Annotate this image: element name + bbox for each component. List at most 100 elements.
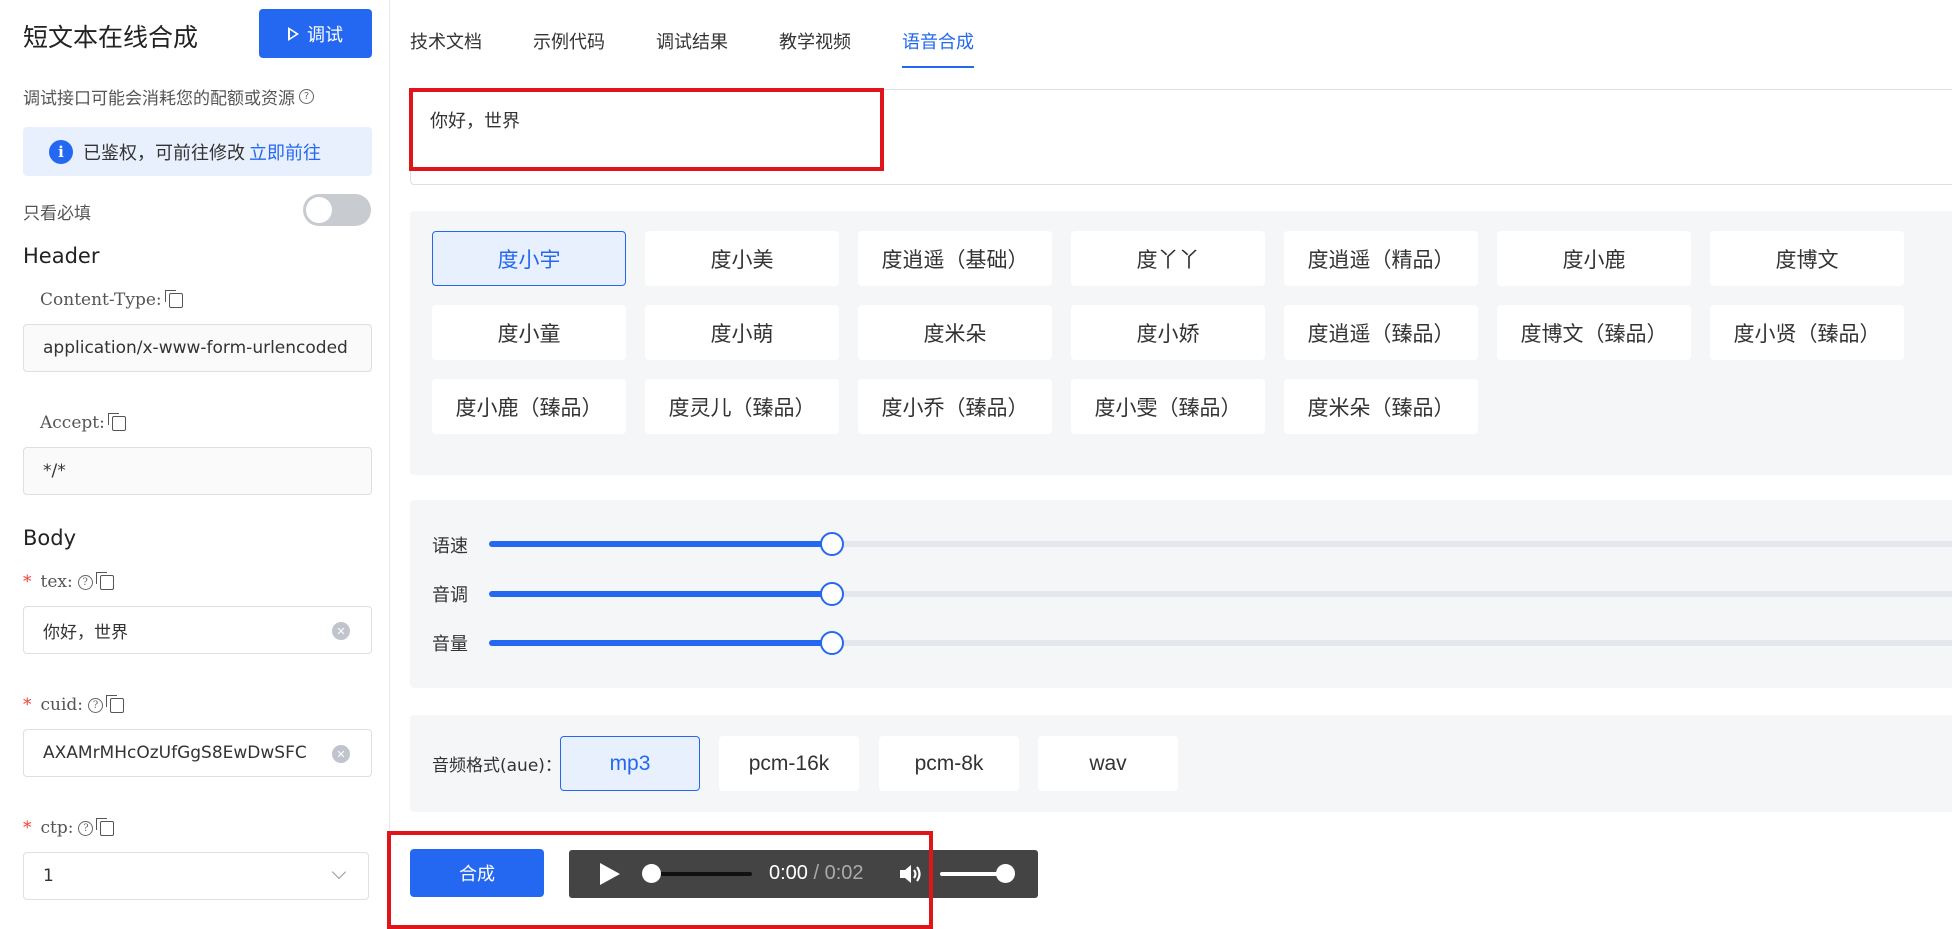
pitch-slider-fill xyxy=(489,591,832,597)
voice-option[interactable]: 度灵儿（臻品） xyxy=(645,379,839,434)
format-wav[interactable]: wav xyxy=(1038,736,1178,791)
go-now-link[interactable]: 立即前往 xyxy=(249,139,321,165)
seek-bar[interactable] xyxy=(649,872,752,876)
cuid-input[interactable]: AXAMrMHcOzUfGgS8EwDwSFC ✕ xyxy=(23,729,372,777)
main-panel: 技术文档 示例代码 调试结果 教学视频 语音合成 你好，世界 度小宇 度小美 度逍遥… xyxy=(387,0,1952,929)
cuid-value: AXAMrMHcOzUfGgS8EwDwSFC xyxy=(43,743,307,763)
ctp-value: 1 xyxy=(43,866,54,886)
seek-handle[interactable] xyxy=(642,864,661,883)
tab-bar: 技术文档 示例代码 调试结果 教学视频 语音合成 xyxy=(410,28,974,68)
voice-option[interactable]: 度小娇 xyxy=(1071,305,1265,360)
voice-option[interactable]: 度丫丫 xyxy=(1071,231,1265,286)
tab-sample-code[interactable]: 示例代码 xyxy=(533,28,605,68)
speed-label: 语速 xyxy=(432,536,468,557)
chevron-down-icon xyxy=(331,864,347,880)
time-separator: / xyxy=(807,862,825,884)
speed-slider-handle[interactable] xyxy=(819,532,844,556)
format-pcm-8k[interactable]: pcm-8k xyxy=(879,736,1019,791)
volume-slider[interactable] xyxy=(489,631,1952,655)
voice-grid: 度小宇 度小美 度逍遥（基础） 度丫丫 度逍遥（精品） 度小鹿 度博文 度小童 度小萌 度米朵 度小… xyxy=(432,231,1904,434)
voice-option[interactable]: 度小鹿 xyxy=(1497,231,1691,286)
speed-slider[interactable] xyxy=(489,532,1952,556)
voice-option[interactable]: 度博文 xyxy=(1710,231,1904,286)
voice-option[interactable]: 度小童 xyxy=(432,305,626,360)
play-icon[interactable] xyxy=(600,863,620,885)
slider-panel: 语速 音调 音量 xyxy=(410,500,1952,688)
volume-row: 音量 xyxy=(432,630,492,656)
speed-row: 语速 xyxy=(432,532,492,558)
cuid-label: * cuid: ? xyxy=(23,694,125,715)
debug-button-label: 调试 xyxy=(307,24,343,46)
required-mark: * xyxy=(23,695,32,715)
help-icon[interactable]: ? xyxy=(78,820,94,836)
voice-option[interactable]: 度逍遥（臻品） xyxy=(1284,305,1478,360)
required-mark: * xyxy=(23,572,32,592)
voice-option[interactable]: 度小宇 xyxy=(432,231,626,286)
format-mp3[interactable]: mp3 xyxy=(560,736,700,791)
content-type-field[interactable]: application/x-www-form-urlencoded xyxy=(23,324,372,372)
format-panel: 音频格式(aue)： mp3 pcm-16k pcm-8k wav xyxy=(410,715,1952,812)
voice-option[interactable]: 度小鹿（臻品） xyxy=(432,379,626,434)
clear-icon[interactable]: ✕ xyxy=(332,622,350,640)
quota-warning-text: 调试接口可能会消耗您的配额或资源 xyxy=(23,89,295,109)
content-type-label: Content-Type: xyxy=(40,289,183,310)
pitch-label: 音调 xyxy=(432,585,468,606)
voice-option[interactable]: 度小美 xyxy=(645,231,839,286)
play-icon xyxy=(288,26,299,41)
voice-option[interactable]: 度逍遥（精品） xyxy=(1284,231,1478,286)
accept-label: Accept: xyxy=(40,412,126,433)
header-section-title: Header xyxy=(23,244,100,268)
required-mark: * xyxy=(23,818,32,838)
copy-icon[interactable] xyxy=(95,571,114,590)
required-only-toggle[interactable] xyxy=(303,194,371,226)
format-pcm-16k[interactable]: pcm-16k xyxy=(719,736,859,791)
accept-field[interactable]: */* xyxy=(23,447,372,495)
ctp-label: * ctp: ? xyxy=(23,817,115,838)
time-display: 0:00 / 0:02 xyxy=(769,862,864,885)
pitch-slider-handle[interactable] xyxy=(819,582,844,606)
voice-option[interactable]: 度逍遥（基础） xyxy=(858,231,1052,286)
speed-slider-fill xyxy=(489,541,832,547)
accept-label-text: Accept: xyxy=(40,413,105,433)
audio-format-label: 音频格式(aue)： xyxy=(432,756,562,776)
copy-icon[interactable] xyxy=(96,817,115,836)
page-title: 短文本在线合成 xyxy=(23,23,199,52)
copy-icon[interactable] xyxy=(106,694,125,713)
copy-icon[interactable] xyxy=(164,289,183,308)
auth-notice: i 已鉴权，可前往修改 立即前往 xyxy=(23,127,372,176)
tex-input[interactable]: 你好，世界 ✕ xyxy=(23,606,372,654)
content-type-label-text: Content-Type: xyxy=(40,290,162,310)
voice-option[interactable]: 度小萌 xyxy=(645,305,839,360)
voice-option[interactable]: 度米朵（臻品） xyxy=(1284,379,1478,434)
pitch-slider[interactable] xyxy=(489,582,1952,606)
voice-option[interactable]: 度博文（臻品） xyxy=(1497,305,1691,360)
audio-player: 0:00 / 0:02 xyxy=(569,850,1038,898)
ctp-select[interactable]: 1 xyxy=(23,852,369,900)
help-icon[interactable]: ? xyxy=(299,89,314,104)
voice-option[interactable]: 度米朵 xyxy=(858,305,1052,360)
voice-option[interactable]: 度小乔（臻品） xyxy=(858,379,1052,434)
help-icon[interactable]: ? xyxy=(77,574,93,590)
help-icon[interactable]: ? xyxy=(88,697,104,713)
tab-speech-synthesis[interactable]: 语音合成 xyxy=(902,28,974,68)
accept-value: */* xyxy=(43,461,66,481)
tab-tutorial-video[interactable]: 教学视频 xyxy=(779,28,851,68)
volume-slider-fill xyxy=(489,640,832,646)
tab-debug-result[interactable]: 调试结果 xyxy=(656,28,728,68)
synthesize-button[interactable]: 合成 xyxy=(410,849,544,897)
voice-option[interactable]: 度小雯（臻品） xyxy=(1071,379,1265,434)
current-time: 0:00 xyxy=(769,862,808,884)
ctp-label-text: ctp: xyxy=(40,818,74,838)
volume-handle[interactable] xyxy=(996,864,1015,883)
volume-icon[interactable] xyxy=(898,862,924,886)
info-icon: i xyxy=(49,139,73,164)
tab-tech-docs[interactable]: 技术文档 xyxy=(410,28,482,68)
synthesis-text-value: 你好，世界 xyxy=(430,111,520,132)
copy-icon[interactable] xyxy=(107,412,126,431)
clear-icon[interactable]: ✕ xyxy=(332,745,350,763)
volume-slider-handle[interactable] xyxy=(819,631,844,655)
pitch-row: 音调 xyxy=(432,581,492,607)
synthesis-text-input[interactable]: 你好，世界 xyxy=(410,89,1952,185)
debug-button[interactable]: 调试 xyxy=(259,9,372,58)
voice-option[interactable]: 度小贤（臻品） xyxy=(1710,305,1904,360)
